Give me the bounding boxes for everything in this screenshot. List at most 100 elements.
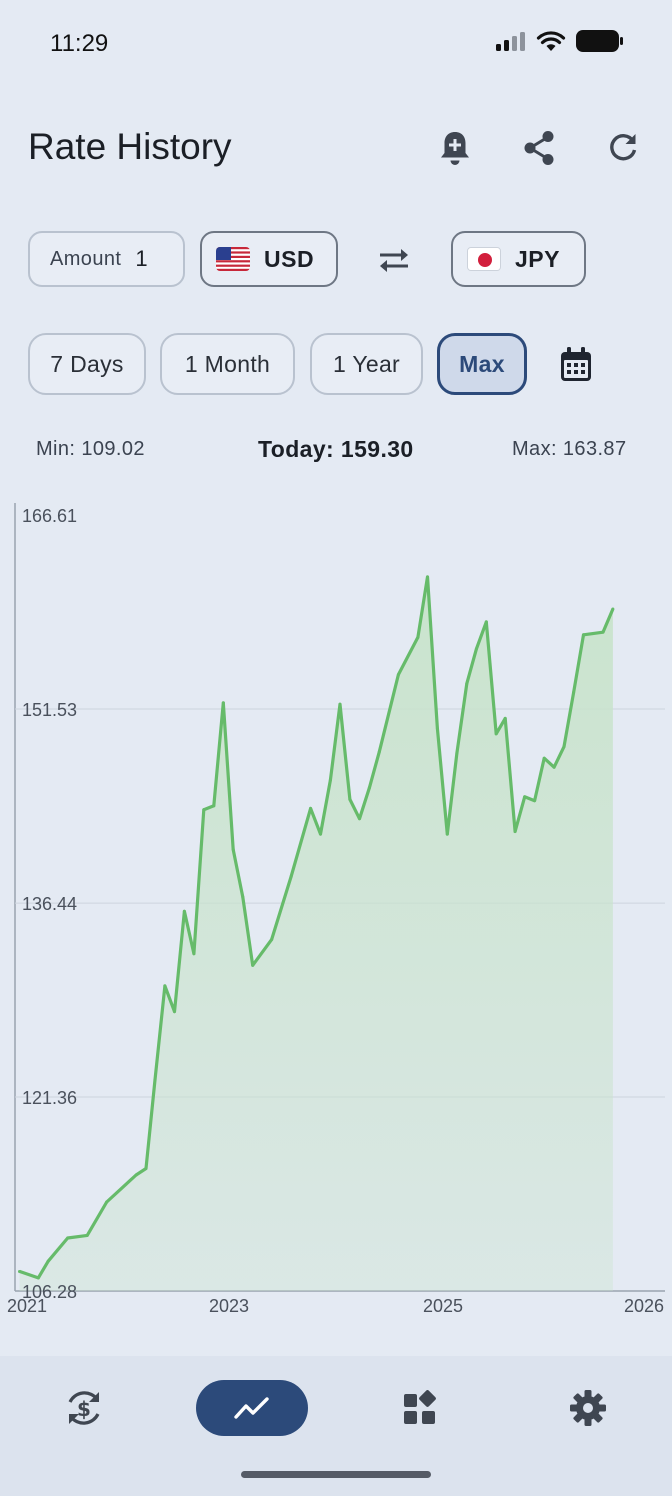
calendar-icon: [561, 347, 591, 381]
max-rate: Max: 163.87: [512, 438, 627, 460]
data-point: [182, 909, 186, 913]
refresh-button[interactable]: [601, 126, 645, 170]
data-point: [289, 875, 293, 879]
chart-svg[interactable]: 166.61151.53136.44121.36106.282021 2023 20…: [0, 495, 672, 1325]
bottom-nav: $: [0, 1356, 672, 1496]
data-point: [465, 682, 469, 686]
signal-icon: [496, 32, 525, 51]
data-point: [533, 799, 537, 803]
data-point: [611, 607, 615, 611]
today-rate: Today: 159.30: [258, 436, 414, 462]
nav-settings[interactable]: [544, 1380, 632, 1436]
data-point: [202, 808, 206, 812]
data-point: [513, 830, 517, 834]
amount-field[interactable]: Amount 1: [28, 231, 185, 287]
bell-plus-icon: [441, 132, 469, 165]
refresh-icon: [610, 134, 637, 161]
data-point: [172, 1010, 176, 1014]
swap-icon: [380, 249, 408, 272]
data-point: [357, 817, 361, 821]
data-point: [396, 673, 400, 677]
y-tick-label: 151.53: [22, 700, 77, 720]
gear-icon: [570, 1390, 606, 1426]
widgets-icon: [404, 1390, 436, 1424]
currency-exchange-icon: $: [68, 1391, 100, 1425]
amount-value[interactable]: 1: [135, 246, 147, 272]
x-tick-label: 2026: [624, 1296, 664, 1316]
chart-icon: [234, 1397, 269, 1419]
data-point: [455, 751, 459, 755]
y-tick-label: 121.36: [22, 1088, 77, 1108]
data-point: [562, 745, 566, 749]
status-time: 11:29: [50, 30, 109, 57]
share-icon: [524, 131, 554, 165]
data-point: [153, 1078, 157, 1082]
svg-text:$: $: [77, 1397, 91, 1421]
header: Rate History: [0, 110, 672, 190]
min-rate: Min: 109.02: [36, 438, 145, 460]
range-1-year-button[interactable]: 1 Year: [310, 333, 423, 395]
data-point: [416, 635, 420, 639]
status-bar: 11:29: [0, 0, 672, 90]
swap-currencies-button[interactable]: [372, 238, 416, 282]
data-point: [338, 702, 342, 706]
data-point: [494, 732, 498, 736]
range-7-days-button[interactable]: 7 Days: [28, 333, 146, 395]
data-point: [552, 765, 556, 769]
amount-label: Amount: [50, 247, 122, 270]
x-tick-label: 2021: [7, 1296, 47, 1316]
data-point: [445, 832, 449, 836]
home-indicator: [241, 1471, 431, 1478]
data-point: [601, 630, 605, 634]
x-tick-label: 2025: [423, 1296, 463, 1316]
range-1-month-button[interactable]: 1 Month: [160, 333, 295, 395]
data-point: [503, 716, 507, 720]
data-point: [318, 832, 322, 836]
data-point: [572, 691, 576, 695]
data-point: [426, 575, 430, 579]
data-point: [144, 1167, 148, 1171]
rate-history-chart[interactable]: 166.61 151.53 136.44 121.36 106.28 2021 2023 20…: [0, 495, 672, 1325]
custom-range-button[interactable]: [553, 342, 599, 388]
share-button[interactable]: [517, 126, 561, 170]
data-point: [221, 701, 225, 705]
data-point: [105, 1200, 109, 1204]
nav-widgets[interactable]: [376, 1380, 464, 1436]
data-point: [231, 848, 235, 852]
data-point: [484, 620, 488, 624]
from-currency-button[interactable]: USD: [200, 231, 338, 287]
wifi-icon: [536, 31, 566, 51]
data-point: [192, 952, 196, 956]
us-flag-icon: [216, 247, 250, 271]
data-point: [523, 795, 527, 799]
data-point: [270, 938, 274, 942]
add-alert-button[interactable]: [433, 126, 477, 170]
data-point: [581, 633, 585, 637]
data-point: [66, 1236, 70, 1240]
y-tick-label: 166.61: [22, 506, 77, 526]
from-currency-code: USD: [264, 245, 315, 272]
data-point: [348, 797, 352, 801]
data-point: [46, 1259, 50, 1263]
chart-area: [19, 576, 613, 1291]
nav-history[interactable]: [196, 1380, 308, 1436]
data-point: [435, 727, 439, 731]
x-tick-label: 2023: [209, 1296, 249, 1316]
range-max-button[interactable]: Max: [437, 333, 527, 395]
data-point: [309, 806, 313, 810]
data-point: [251, 963, 255, 967]
status-icons: [496, 30, 624, 52]
to-currency-button[interactable]: JPY: [451, 231, 586, 287]
data-point: [212, 804, 216, 808]
data-point: [474, 647, 478, 651]
data-point: [163, 984, 167, 988]
to-currency-code: JPY: [515, 245, 560, 272]
y-tick-label: 136.44: [22, 894, 77, 914]
nav-converter[interactable]: $: [40, 1380, 128, 1436]
data-point: [542, 756, 546, 760]
data-point: [134, 1173, 138, 1177]
data-point: [85, 1233, 89, 1237]
data-point: [17, 1269, 21, 1273]
data-point: [367, 786, 371, 790]
data-point: [36, 1276, 40, 1280]
